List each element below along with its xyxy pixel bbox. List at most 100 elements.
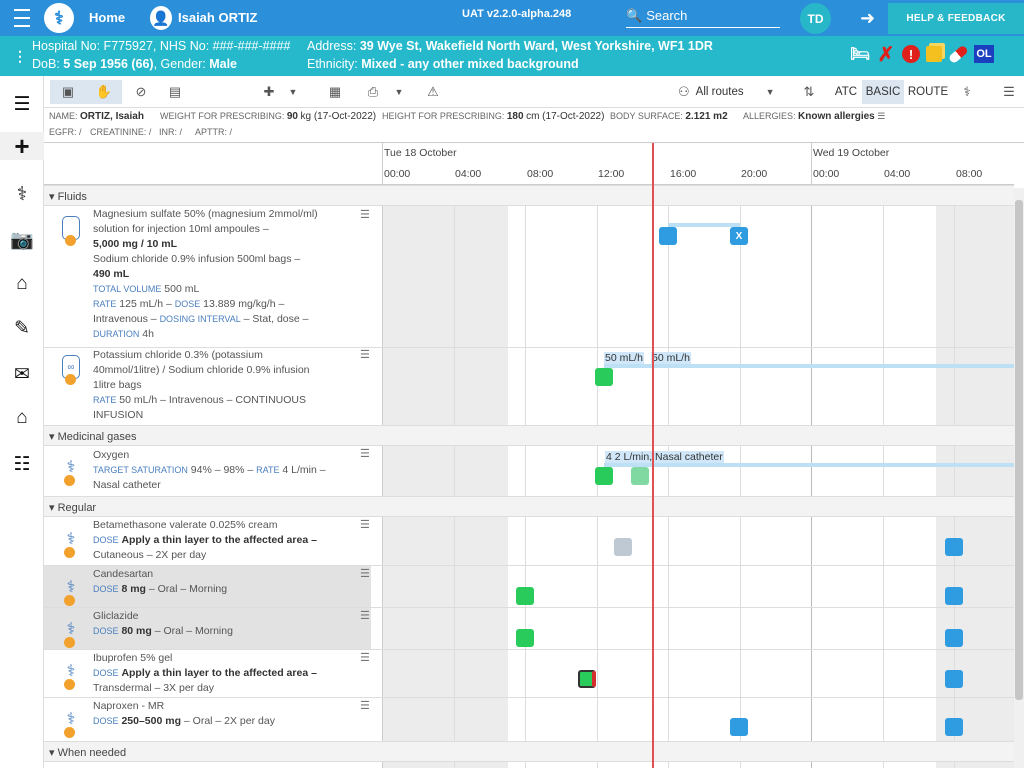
calendar-icon[interactable]: ▦ (324, 80, 346, 104)
section-fluids[interactable]: ▾ Fluids (44, 185, 1014, 206)
menu-icon[interactable] (14, 9, 36, 27)
home-add-icon[interactable]: ⌂ (8, 270, 36, 298)
med-gliclazide[interactable]: Gliclazide DOSE 80 mg – Oral – Morning (44, 609, 371, 639)
patient-info-row: NAME: ORTIZ, Isaiah WEIGHT FOR PRESCRIBI… (44, 109, 1024, 143)
more-menu-icon[interactable]: ☰ (998, 80, 1020, 104)
tick-2000: 20:00 (741, 168, 768, 180)
tick-1600: 16:00 (670, 168, 697, 180)
search-icon: 🔍 (626, 7, 643, 23)
dose-magnesium-stop[interactable]: X (730, 227, 748, 245)
checklist-icon[interactable]: ☷ (8, 450, 36, 478)
print-dropdown-icon[interactable]: ▼ (392, 80, 406, 104)
dose-gliclazide-2[interactable] (945, 629, 963, 647)
search-placeholder: Search (646, 8, 688, 23)
basic-button[interactable]: BASIC (862, 80, 904, 104)
med-betamethasone[interactable]: Betamethasone valerate 0.025% cream DOSE… (44, 518, 371, 563)
dob-gender: DoB: 5 Sep 1956 (66), Gender: Male (32, 57, 237, 71)
inbox-check-icon[interactable]: ✉ (8, 360, 36, 388)
add-icon[interactable]: + (0, 131, 44, 161)
red-x-icon[interactable]: ✗ (876, 44, 896, 66)
tick-0000-b: 00:00 (813, 168, 840, 180)
dose-naproxen-1[interactable] (730, 718, 748, 736)
med-oxygen[interactable]: Oxygen TARGET SATURATION 94% – 98% – RAT… (44, 448, 371, 493)
med-potassium[interactable]: Potassium chloride 0.3% (potassium 40mmo… (44, 348, 371, 423)
info-weight: WEIGHT FOR PRESCRIBING: 90 kg (17-Oct-20… (160, 111, 377, 122)
banner-menu-icon[interactable]: ⋮ (13, 48, 27, 65)
dose-candesartan-2[interactable] (945, 587, 963, 605)
add-prescription-icon[interactable]: ✚ (258, 80, 280, 104)
warning-icon[interactable]: ⚠ (422, 80, 444, 104)
med-ibuprofen[interactable]: Ibuprofen 5% gel DOSE Apply a thin layer… (44, 651, 371, 696)
discharge-icon[interactable]: ⌂ (8, 404, 36, 432)
copy-icon[interactable] (926, 46, 942, 62)
edit-note-icon[interactable]: ✎ (8, 314, 36, 342)
scrollbar-thumb[interactable] (1015, 200, 1023, 700)
logout-icon[interactable]: ➜ (860, 8, 875, 29)
left-nav: ☰ + ⚕ 📷 ⌂ ✎ ✉ ⌂ ☷ (0, 76, 44, 768)
hand-view-icon[interactable]: ✋ (86, 84, 122, 100)
pill-icon[interactable] (944, 40, 972, 68)
print-icon[interactable]: ⎙ (362, 80, 384, 104)
bed-icon[interactable]: 🛏 (850, 44, 870, 64)
tick-0400: 04:00 (455, 168, 482, 180)
ol-badge[interactable]: OL (974, 45, 994, 63)
night-shade-1 (383, 206, 508, 768)
camera-icon[interactable]: 📷 (8, 226, 36, 254)
dose-betamethasone-2[interactable] (945, 538, 963, 556)
tick-0400-b: 04:00 (884, 168, 911, 180)
routes-select[interactable]: ⚇ All routes ▼ (678, 80, 788, 104)
patient-icon: 👤 (150, 6, 172, 30)
app-logo-icon: ⚕ (44, 3, 74, 33)
info-bsa: BODY SURFACE: 2.121 m2 (610, 111, 728, 122)
dose-oxygen-1[interactable] (595, 467, 613, 485)
info-name: NAME: ORTIZ, Isaiah (49, 111, 144, 122)
patient-ethnicity: Ethnicity: Mixed - any other mixed backg… (307, 57, 579, 71)
section-medicinal-gases[interactable]: ▾ Medicinal gases (44, 425, 1014, 446)
med-magnesium[interactable]: Magnesium sulfate 50% (magnesium 2mmol/m… (44, 207, 371, 342)
home-link[interactable]: Home (89, 10, 125, 25)
chevron-down-icon: ▼ (765, 87, 775, 97)
atc-button[interactable]: ATC (832, 80, 860, 104)
cancel-icon[interactable]: ⊘ (130, 80, 152, 104)
routes-label: All routes (695, 86, 744, 98)
dose-naproxen-2[interactable] (945, 718, 963, 736)
stethoscope-icon[interactable]: ⚕ (8, 180, 36, 208)
info-allergies[interactable]: ALLERGIES: Known allergies ☰ (743, 111, 885, 122)
search-input[interactable]: 🔍 Search (626, 4, 780, 28)
section-when-needed[interactable]: ▾ When needed (44, 741, 1014, 762)
route-button[interactable]: ROUTE (908, 80, 948, 104)
tick-1200: 12:00 (598, 168, 625, 180)
top-bar: ⚕ Home 👤 Isaiah ORTIZ UAT v2.2.0-alpha.2… (0, 0, 1024, 36)
infusion-bar-oxygen (604, 463, 1014, 467)
document-icon[interactable]: ▤ (164, 80, 186, 104)
info-egfr: EGFR: / (49, 127, 82, 137)
alert-icon[interactable]: ! (902, 45, 920, 63)
dose-gliclazide-1[interactable] (516, 629, 534, 647)
med-candesartan[interactable]: Candesartan DOSE 8 mg – Oral – Morning (44, 567, 371, 597)
info-creatinine: CREATININE: / (90, 127, 152, 137)
dose-potassium[interactable] (595, 368, 613, 386)
dose-ibuprofen-1[interactable] (578, 670, 596, 688)
list-icon[interactable]: ☰ (8, 90, 36, 118)
pills-icon[interactable]: ⚕ (956, 80, 978, 104)
med-naproxen[interactable]: Naproxen - MR DOSE 250–500 mg – Oral – 2… (44, 699, 371, 729)
info-height: HEIGHT FOR PRESCRIBING: 180 cm (17-Oct-2… (382, 111, 605, 122)
scrollbar[interactable] (1014, 188, 1024, 768)
dose-magnesium-start[interactable] (659, 227, 677, 245)
dose-candesartan-1[interactable] (516, 587, 534, 605)
section-regular[interactable]: ▾ Regular (44, 496, 1014, 517)
sort-icon[interactable]: ⇅ (798, 80, 820, 104)
patient-name[interactable]: Isaiah ORTIZ (178, 10, 257, 25)
dose-ibuprofen-2[interactable] (945, 670, 963, 688)
dose-oxygen-2[interactable] (631, 467, 649, 485)
patient-address: Address: 39 Wye St, Wakefield North Ward… (307, 39, 713, 53)
chart-toolbar: ▣ ✋ ⊘ ▤ ✚ ▼ ▦ ⎙ ▼ ⚠ ⚇ All routes ▼ ⇅ ATC… (44, 76, 1024, 108)
user-avatar[interactable]: TD (800, 3, 831, 34)
infusion-bar-magnesium (668, 223, 740, 227)
chart-view-icon[interactable]: ▣ (50, 84, 86, 100)
patient-flags: 🛏 ✗ ! OL (850, 44, 994, 66)
help-feedback-button[interactable]: HELP & FEEDBACK (888, 3, 1024, 34)
dose-betamethasone-1[interactable] (614, 538, 632, 556)
add-prescription-dropdown-icon[interactable]: ▼ (286, 80, 300, 104)
hospital-nhs-number: Hospital No: F775927, NHS No: ###-###-##… (32, 39, 291, 53)
